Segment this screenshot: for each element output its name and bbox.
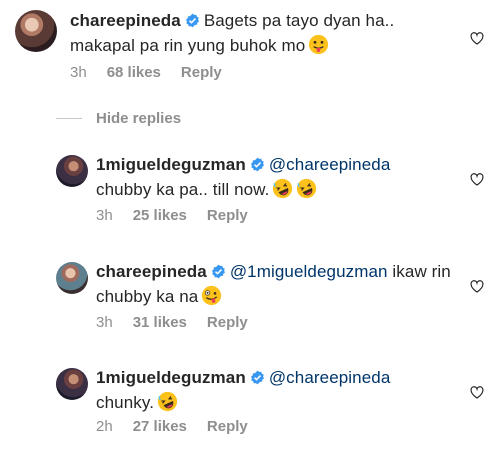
- avatar[interactable]: [56, 262, 88, 294]
- mention-link[interactable]: @chareepineda: [269, 155, 391, 174]
- avatar[interactable]: [15, 10, 57, 52]
- likes-count[interactable]: 27 likes: [133, 418, 187, 435]
- reply-meta: 3h 25 likes Reply: [96, 207, 268, 224]
- mention-link[interactable]: @chareepineda: [269, 368, 391, 387]
- reply-button[interactable]: Reply: [207, 418, 248, 435]
- likes-count[interactable]: 25 likes: [133, 207, 187, 224]
- avatar[interactable]: [56, 368, 88, 400]
- reply-1migueldeguzman: 1migueldeguzman @chareepineda chubby ka pa…: [0, 155, 500, 235]
- comment-time: 3h: [70, 64, 87, 81]
- face-tongue-emoji: [309, 34, 329, 55]
- likes-count[interactable]: 31 likes: [133, 314, 187, 331]
- reply-body: 1migueldeguzman @chareepineda chunky.: [96, 365, 466, 415]
- reply-button[interactable]: Reply: [207, 314, 248, 331]
- verified-badge-icon: [250, 157, 264, 172]
- reply-time: 2h: [96, 418, 113, 435]
- heart-outline-icon[interactable]: [470, 173, 484, 186]
- comment-chareepineda: chareepineda Bagets pa tayo dyan ha.. mak…: [0, 10, 500, 100]
- reply-meta: 2h 27 likes Reply: [96, 418, 268, 435]
- mention-link[interactable]: @1migueldeguzman: [230, 262, 388, 281]
- reply-body: chareepineda @1migueldeguzman ikaw rin ch…: [96, 259, 466, 309]
- verified-badge-icon: [250, 370, 264, 385]
- username-link[interactable]: 1migueldeguzman: [96, 368, 246, 387]
- comment-body: chareepineda Bagets pa tayo dyan ha.. mak…: [70, 8, 460, 58]
- reply-text: chunky.: [96, 393, 155, 412]
- hide-replies-button[interactable]: Hide replies: [56, 108, 181, 128]
- avatar[interactable]: [56, 155, 88, 187]
- heart-outline-icon[interactable]: [470, 386, 484, 399]
- heart-outline-icon[interactable]: [470, 32, 484, 45]
- username-link[interactable]: 1migueldeguzman: [96, 155, 246, 174]
- reply-button[interactable]: Reply: [181, 64, 222, 81]
- rolling-laughing-emoji: [273, 178, 293, 199]
- reply-1migueldeguzman: 1migueldeguzman @chareepineda chunky. 2h 27…: [0, 368, 500, 448]
- reply-button[interactable]: Reply: [207, 207, 248, 224]
- heart-outline-icon[interactable]: [470, 280, 484, 293]
- username-link[interactable]: chareepineda: [96, 262, 207, 281]
- reply-time: 3h: [96, 207, 113, 224]
- divider: [56, 117, 82, 119]
- verified-badge-icon: [185, 13, 199, 28]
- reply-time: 3h: [96, 314, 113, 331]
- zany-face-emoji: [202, 285, 222, 306]
- verified-badge-icon: [211, 264, 225, 279]
- reply-meta: 3h 31 likes Reply: [96, 314, 268, 331]
- reply-body: 1migueldeguzman @chareepineda chubby ka pa…: [96, 152, 466, 202]
- likes-count[interactable]: 68 likes: [107, 64, 161, 81]
- hide-replies-label: Hide replies: [96, 109, 182, 127]
- rolling-laughing-emoji: [297, 178, 317, 199]
- username-link[interactable]: chareepineda: [70, 11, 181, 30]
- reply-chareepineda: chareepineda @1migueldeguzman ikaw rin ch…: [0, 262, 500, 342]
- rolling-laughing-emoji: [157, 391, 178, 412]
- comment-meta: 3h 68 likes Reply: [70, 64, 242, 81]
- reply-text: chubby ka pa.. till now.: [96, 180, 270, 199]
